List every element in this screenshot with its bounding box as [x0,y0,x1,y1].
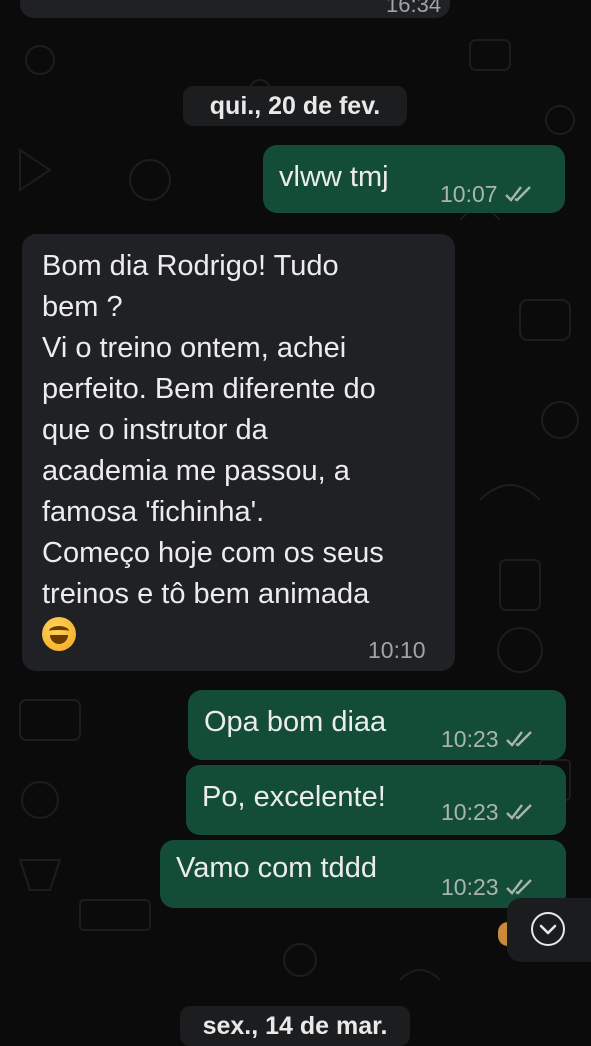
message-text: Opa bom diaa [204,706,387,738]
date-separator: qui., 20 de fev. [183,86,407,126]
chevron-down-icon [531,912,565,946]
message-outgoing[interactable]: Opa bom diaa 10:23 [188,690,566,760]
message-meta: 10:23 [441,799,535,825]
message-incoming[interactable]: Bom dia Rodrigo! Tudo bem ? Vi o treino … [22,234,455,671]
date-separator-partial: sex., 14 de mar. [180,1006,410,1046]
double-check-icon [505,731,532,747]
message-time: 10:23 [441,799,499,825]
message-text: Vamo com tddd [176,852,377,884]
message-text: Po, excelente! [202,781,386,813]
message-outgoing[interactable]: vlww tmj 10:07 [263,145,565,213]
message-time: 10:23 [441,874,499,900]
scroll-to-bottom-button[interactable] [507,898,591,962]
double-check-icon [504,186,531,202]
message-text: vlww tmj [279,161,389,193]
double-check-icon [505,879,532,895]
message-outgoing[interactable]: Po, excelente! 10:23 [186,765,566,835]
message-meta: 10:23 [441,874,535,900]
message-outgoing[interactable]: Vamo com tddd 10:23 [160,840,566,908]
message-time: 16:34 [386,0,442,17]
star-struck-emoji-icon [42,617,76,651]
message-text: Bom dia Rodrigo! Tudo bem ? Vi o treino … [42,250,384,610]
message-time: 10:23 [441,726,499,752]
message-time: 10:07 [440,181,498,207]
message-meta: 10:07 [440,181,534,207]
partial-message-top: 16:34 [20,0,450,18]
message-time: 10:10 [368,637,426,663]
double-check-icon [505,804,532,820]
message-meta: 10:23 [441,726,535,752]
